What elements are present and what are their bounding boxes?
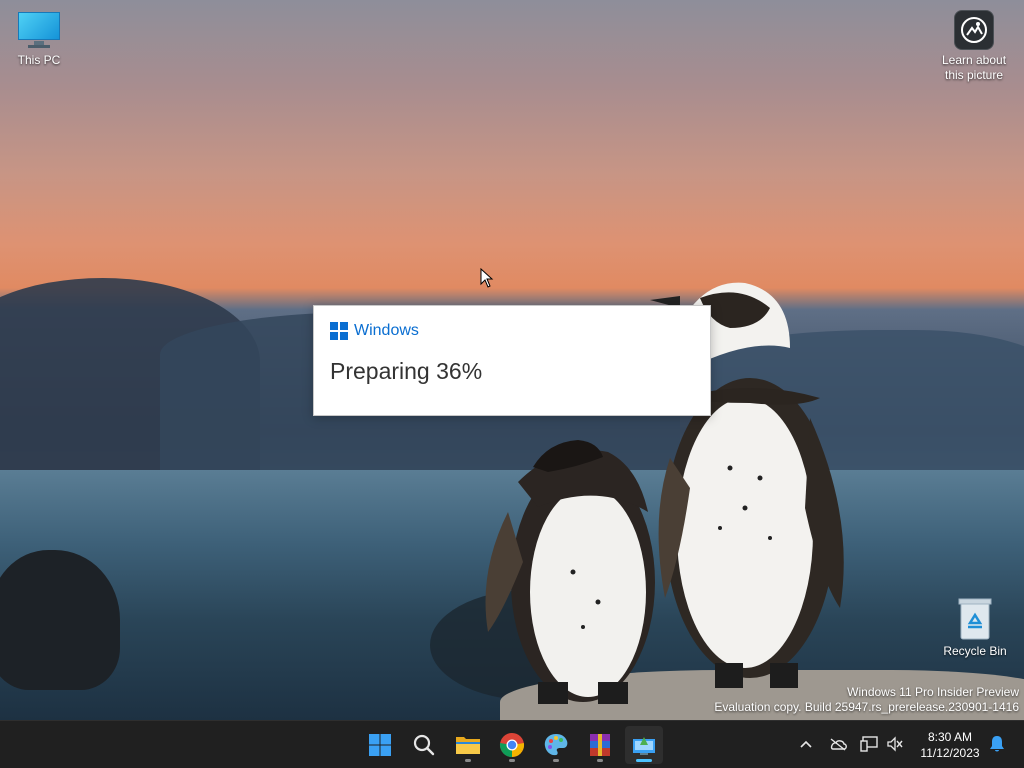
penguin-left — [485, 440, 655, 704]
system-clock[interactable]: 8:30 AM 11/12/2023 — [912, 729, 988, 761]
setup-icon — [633, 737, 655, 755]
watermark-line-1: Windows 11 Pro Insider Preview — [847, 685, 1019, 699]
volume-muted-icon — [887, 736, 903, 752]
desktop-icon-label: Learn about this picture — [941, 53, 1007, 82]
notification-bell-icon — [990, 736, 1004, 752]
network-icon — [860, 736, 878, 752]
start-button[interactable] — [361, 726, 399, 764]
search-icon — [413, 734, 435, 756]
chevron-up-icon — [800, 740, 812, 748]
windows-logo-icon — [330, 322, 348, 340]
show-hidden-icons-button[interactable] — [795, 733, 817, 755]
chrome-button[interactable] — [493, 726, 531, 764]
file-explorer-button[interactable] — [449, 726, 487, 764]
notification-center-button[interactable] — [986, 733, 1008, 755]
preparing-status-text: Preparing 36% — [330, 358, 483, 384]
winrar-icon — [590, 734, 610, 756]
learn-about-picture-icon — [954, 10, 994, 50]
volume-status[interactable] — [884, 733, 906, 755]
file-explorer-icon — [456, 737, 480, 754]
windows-setup-dialog: Windows Preparing 36% — [313, 305, 711, 416]
chrome-icon — [499, 733, 525, 757]
desktop-icon-label: This PC — [17, 53, 61, 67]
setup-button[interactable] — [625, 726, 663, 764]
desktop-icon-this-pc[interactable]: This PC — [0, 10, 79, 68]
computer-icon — [18, 10, 60, 50]
watermark-line-2: Evaluation copy. Build 25947.rs_prerelea… — [714, 700, 1019, 714]
evaluation-watermark: Windows 11 Pro Insider Preview Evaluatio… — [714, 685, 1019, 715]
onedrive-icon — [830, 738, 847, 751]
onedrive-status[interactable] — [827, 733, 849, 755]
dialog-brand: Windows — [354, 322, 419, 339]
winrar-button[interactable] — [581, 726, 619, 764]
search-button[interactable] — [405, 726, 443, 764]
clock-time: 8:30 AM — [927, 730, 973, 744]
start-icon — [369, 734, 391, 756]
desktop-icon-learn-about-picture[interactable]: Learn about this picture — [934, 10, 1014, 83]
clock-date: 11/12/2023 — [920, 746, 980, 760]
paint-icon — [544, 734, 568, 756]
desktop-icon-recycle-bin[interactable]: Recycle Bin — [935, 597, 1015, 659]
desktop-icon-label: Recycle Bin — [943, 644, 1007, 658]
mouse-cursor-icon — [480, 268, 494, 288]
recycle-bin-icon — [957, 597, 993, 641]
network-status[interactable] — [858, 733, 880, 755]
dialog-header: Windows — [330, 322, 419, 340]
taskbar: 8:30 AM 11/12/2023 — [0, 720, 1024, 768]
paint-button[interactable] — [537, 726, 575, 764]
